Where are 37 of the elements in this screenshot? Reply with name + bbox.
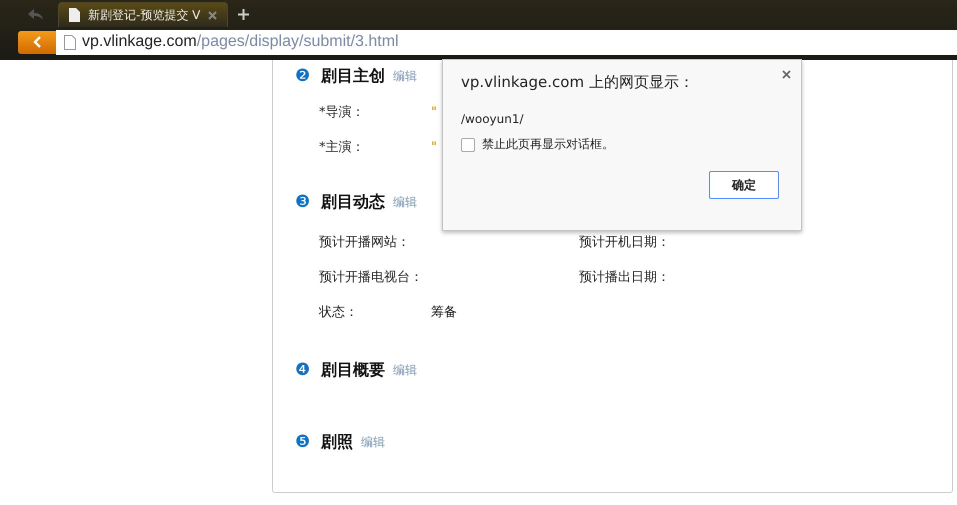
field-value: " bbox=[431, 140, 437, 154]
close-icon[interactable] bbox=[782, 70, 791, 79]
field-label: 预计开播网站： bbox=[319, 234, 411, 251]
url-text: vp.vlinkage.com/pages/display/submit/3.html bbox=[82, 33, 399, 51]
step-number: ❸ bbox=[295, 192, 312, 212]
edit-link[interactable]: 编辑 bbox=[393, 362, 417, 378]
step-number: ❺ bbox=[295, 432, 312, 452]
field-label: 预计播出日期： bbox=[579, 269, 671, 286]
field-label: *导演： bbox=[319, 104, 366, 121]
step-number: ❷ bbox=[295, 66, 312, 86]
checkbox[interactable] bbox=[461, 138, 475, 152]
edit-link[interactable]: 编辑 bbox=[393, 68, 417, 84]
close-icon[interactable] bbox=[208, 10, 218, 20]
edit-link[interactable]: 编辑 bbox=[393, 194, 417, 210]
step-number: ❹ bbox=[295, 360, 312, 380]
field-label: *主演： bbox=[319, 139, 366, 156]
page-icon bbox=[64, 34, 76, 50]
field-label: 状态： bbox=[319, 304, 359, 321]
dialog-message: /wooyun1/ bbox=[461, 112, 525, 126]
checkbox-label: 禁止此页再显示对话框。 bbox=[482, 136, 614, 153]
field-value: 筹备 bbox=[431, 304, 457, 321]
edit-link[interactable]: 编辑 bbox=[361, 434, 385, 450]
browser-tab[interactable]: 新剧登记-预览提交 V bbox=[58, 2, 228, 27]
back-button[interactable] bbox=[18, 30, 56, 54]
section-title: 剧目概要 bbox=[321, 360, 385, 380]
tab-title: 新剧登记-预览提交 V bbox=[88, 6, 200, 24]
section-title: 剧目动态 bbox=[321, 192, 385, 212]
document-icon bbox=[69, 8, 80, 22]
dialog-title: vp.vlinkage.com 上的网页显示： bbox=[461, 73, 695, 92]
address-bar[interactable]: vp.vlinkage.com/pages/display/submit/3.html bbox=[56, 30, 957, 54]
field-label: 预计开机日期： bbox=[579, 234, 671, 251]
field-value: " bbox=[431, 104, 437, 120]
section-title: 剧目主创 bbox=[321, 66, 385, 86]
ok-button[interactable]: 确定 bbox=[709, 171, 779, 199]
chevron-left-icon bbox=[33, 36, 41, 48]
field-label: 预计开播电视台： bbox=[319, 269, 424, 286]
section-title: 剧照 bbox=[321, 432, 353, 452]
